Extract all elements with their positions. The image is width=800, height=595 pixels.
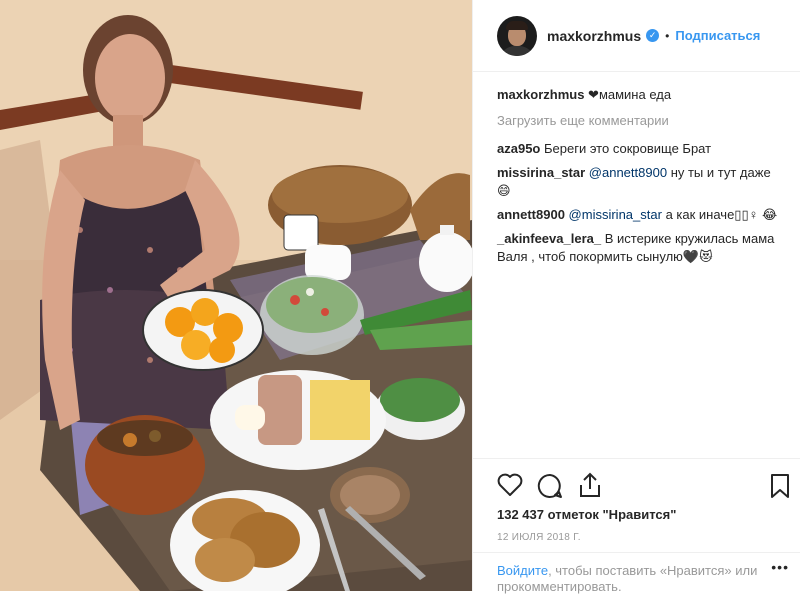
post-date: 12 ИЮЛЯ 2018 Г.	[497, 532, 581, 543]
more-options-icon[interactable]: •••	[771, 559, 789, 575]
comment-username[interactable]: annett8900	[497, 207, 565, 222]
photo-illustration	[0, 0, 472, 591]
comment-text: а как иначе▯▯♀ 😂	[665, 207, 778, 222]
caption: maxkorzhmus ❤︎мамина еда	[497, 86, 787, 104]
comment-username[interactable]: aza95o	[497, 141, 540, 156]
likes-count[interactable]: 132 437 отметок "Нравится"	[497, 507, 676, 522]
bookmark-icon[interactable]	[769, 473, 791, 499]
post-sidebar: maxkorzhmus ✓ • Подписаться maxkorzhmus …	[472, 0, 800, 594]
load-more-comments-button[interactable]: Загрузить еще комментарии	[497, 112, 787, 130]
login-link[interactable]: Войдите	[497, 563, 548, 578]
comment-mention[interactable]: @missirina_star	[569, 207, 662, 222]
comment-item: aza95o Береги это сокровище Брат	[497, 140, 787, 158]
caption-text: ❤︎мамина еда	[588, 87, 672, 102]
separator-dot: •	[665, 28, 670, 43]
comment-icon[interactable]	[537, 473, 563, 499]
comment-username[interactable]: missirina_star	[497, 165, 585, 180]
post-photo[interactable]	[0, 0, 472, 591]
verified-badge-icon: ✓	[646, 29, 660, 42]
comment-text: Береги это сокровище Брат	[544, 141, 712, 156]
login-prompt: Войдите, чтобы поставить «Нравится» или …	[473, 552, 800, 594]
caption-username[interactable]: maxkorzhmus	[497, 87, 584, 102]
follow-button[interactable]: Подписаться	[675, 28, 760, 43]
post-header: maxkorzhmus ✓ • Подписаться	[473, 0, 800, 72]
comments-list: maxkorzhmus ❤︎мамина еда Загрузить еще к…	[497, 86, 787, 272]
comment-item: annett8900 @missirina_star а как иначе▯▯…	[497, 206, 787, 224]
avatar[interactable]	[497, 15, 537, 56]
comment-item: _akinfeeva_lera_ В истерике кружилась ма…	[497, 230, 787, 266]
heart-icon[interactable]	[497, 473, 523, 497]
comment-item: missirina_star @annett8900 ну ты и тут д…	[497, 164, 787, 200]
comment-mention[interactable]: @annett8900	[589, 165, 667, 180]
comment-username[interactable]: _akinfeeva_lera_	[497, 231, 601, 246]
share-icon[interactable]	[577, 471, 603, 499]
action-bar	[473, 458, 800, 498]
author-username[interactable]: maxkorzhmus	[547, 28, 641, 44]
